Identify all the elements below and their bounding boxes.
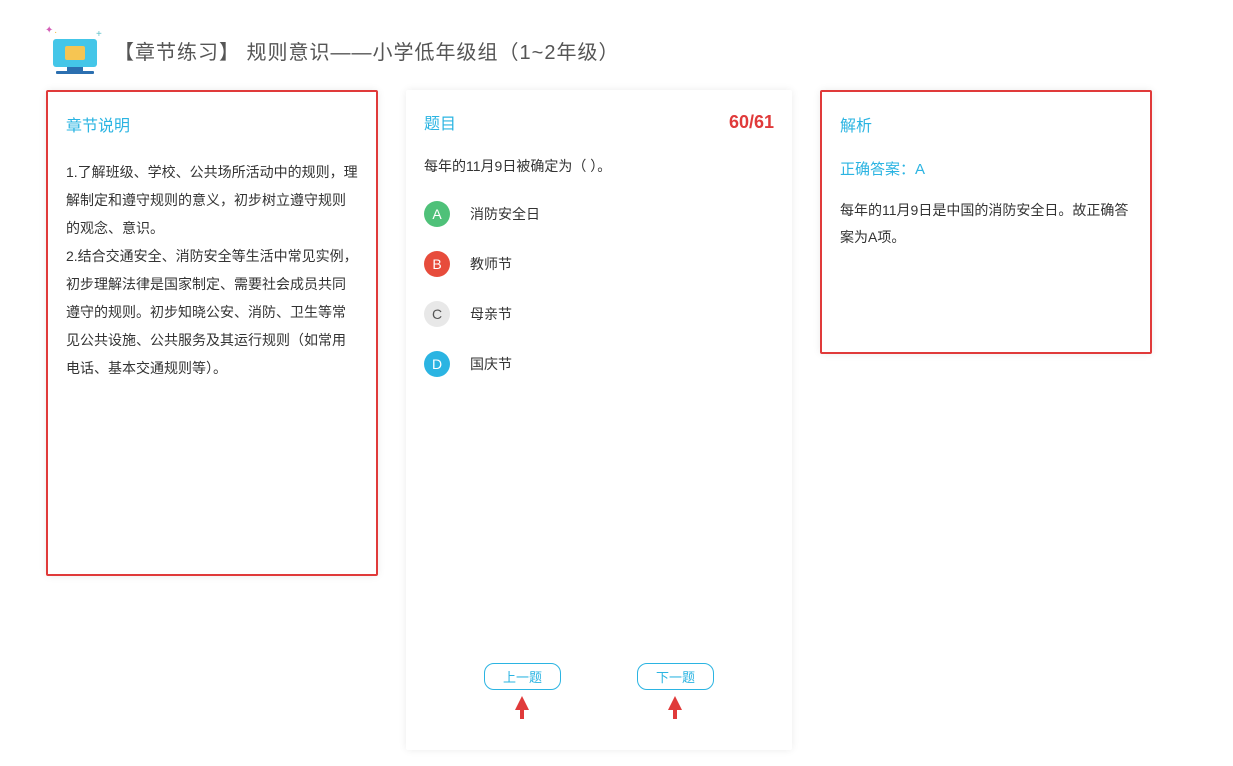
question-counter: 60/61 bbox=[729, 112, 774, 133]
question-section-title: 题目 bbox=[424, 110, 456, 134]
arrow-up-icon bbox=[515, 696, 529, 710]
analysis-title: 解析 bbox=[840, 112, 872, 136]
option-letter: C bbox=[424, 301, 450, 327]
page-header: ✦ + · 【章节练习】 规则意识——小学低年级组（1~2年级） bbox=[0, 0, 1233, 80]
next-button[interactable]: 下一题 bbox=[637, 663, 714, 690]
correct-answer-label: 正确答案：A bbox=[840, 158, 1132, 179]
arrow-up-icon bbox=[668, 696, 682, 710]
option-c[interactable]: C 母亲节 bbox=[424, 301, 774, 327]
spark-icon: ✦ bbox=[45, 25, 53, 36]
option-letter: A bbox=[424, 201, 450, 227]
option-label: 消防安全日 bbox=[470, 204, 540, 224]
chapter-description-card: 章节说明 1.了解班级、学校、公共场所活动中的规则，理解制定和遵守规则的意义，初… bbox=[46, 90, 378, 576]
nav-row: 上一题 下一题 bbox=[406, 663, 792, 710]
option-d[interactable]: D 国庆节 bbox=[424, 351, 774, 377]
chapter-description-title: 章节说明 bbox=[66, 112, 130, 136]
spark-icon: + bbox=[96, 29, 102, 40]
monitor-icon: ✦ + · bbox=[48, 27, 104, 73]
option-letter: B bbox=[424, 251, 450, 277]
explanation-text: 每年的11月9日是中国的消防安全日。故正确答案为A项。 bbox=[840, 197, 1132, 250]
main-container: 章节说明 1.了解班级、学校、公共场所活动中的规则，理解制定和遵守规则的意义，初… bbox=[0, 80, 1233, 750]
option-b[interactable]: B 教师节 bbox=[424, 251, 774, 277]
prev-button[interactable]: 上一题 bbox=[484, 663, 561, 690]
spark-icon: · bbox=[54, 27, 57, 38]
question-card: 题目 60/61 每年的11月9日被确定为（ ）。 A 消防安全日 B 教师节 … bbox=[406, 90, 792, 750]
option-label: 教师节 bbox=[470, 254, 512, 274]
option-letter: D bbox=[424, 351, 450, 377]
analysis-card: 解析 正确答案：A 每年的11月9日是中国的消防安全日。故正确答案为A项。 bbox=[820, 90, 1152, 354]
chapter-description-body: 1.了解班级、学校、公共场所活动中的规则，理解制定和遵守规则的意义，初步树立遵守… bbox=[66, 158, 358, 382]
option-label: 母亲节 bbox=[470, 304, 512, 324]
question-text: 每年的11月9日被确定为（ ）。 bbox=[424, 156, 774, 176]
option-a[interactable]: A 消防安全日 bbox=[424, 201, 774, 227]
page-title: 【章节练习】 规则意识——小学低年级组（1~2年级） bbox=[114, 36, 619, 65]
option-label: 国庆节 bbox=[470, 354, 512, 374]
